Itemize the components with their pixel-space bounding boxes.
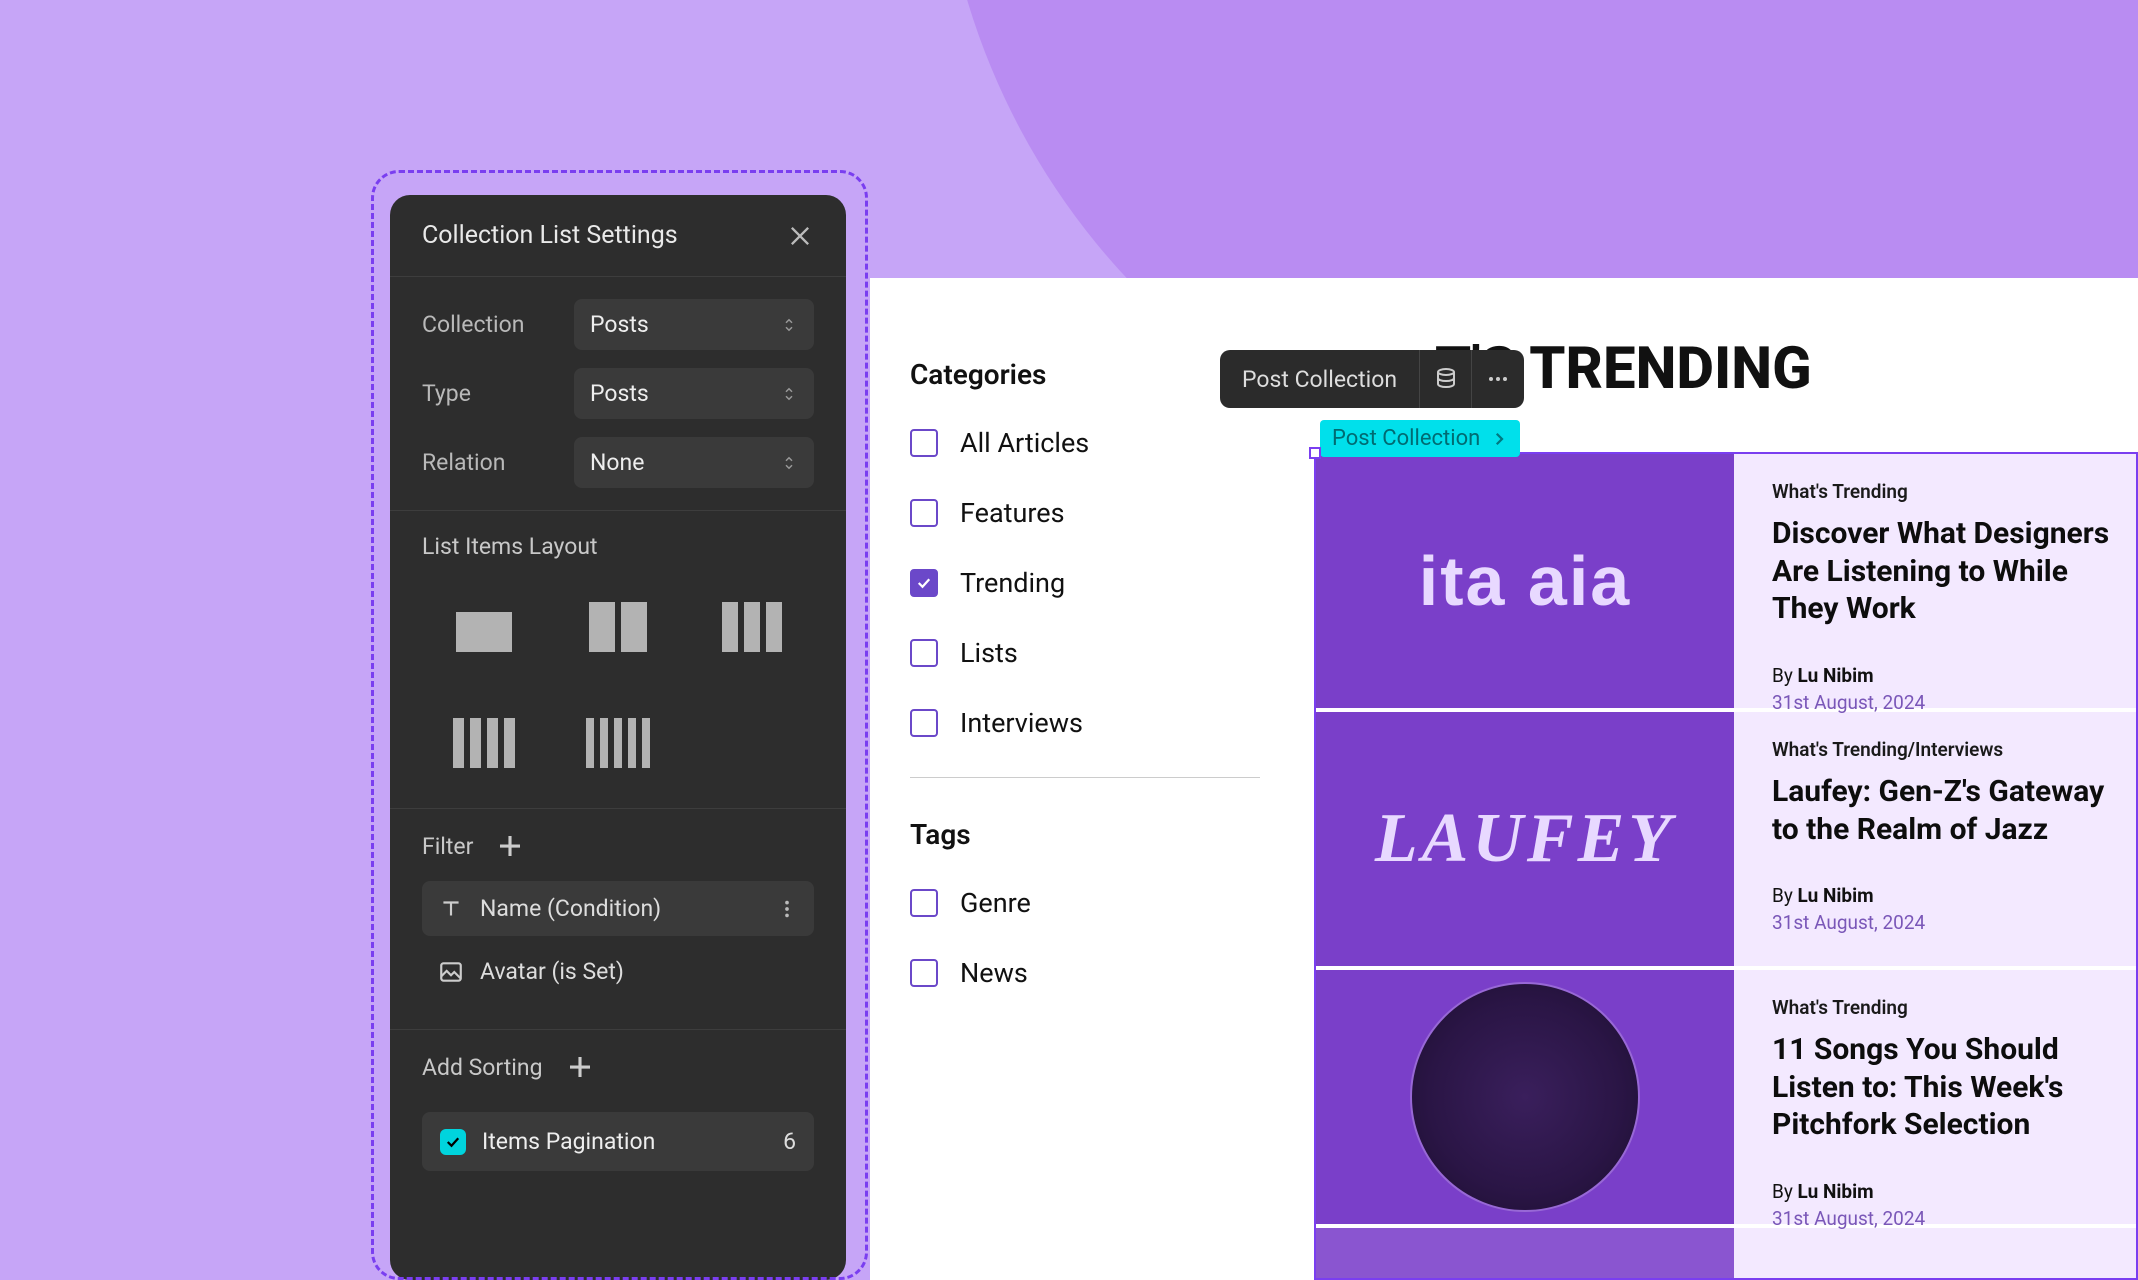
category-label: Trending (960, 567, 1065, 599)
post-title: Discover What Designers Are Listening to… (1772, 515, 2126, 628)
chip-label: Post Collection (1332, 426, 1480, 451)
selection-handle[interactable] (1309, 447, 1321, 459)
checkbox[interactable] (910, 889, 938, 917)
category-all-articles[interactable]: All Articles (910, 427, 1260, 459)
tag-news[interactable]: News (910, 957, 1260, 989)
tags-heading: Tags (910, 818, 1260, 851)
panel-fields-section: Collection Posts Type Posts Relation Non… (390, 277, 846, 511)
post-thumbnail (1316, 970, 1734, 1224)
pagination-row[interactable]: Items Pagination 6 (422, 1112, 814, 1171)
pagination-count: 6 (783, 1128, 796, 1155)
post-category: What's Trending/Interviews (1772, 738, 2126, 761)
post-meta: What's Trending/Interviews Laufey: Gen-Z… (1772, 712, 2136, 966)
post-row[interactable]: What's Trending 11 Songs You Should List… (1316, 970, 2136, 1228)
add-sort-icon[interactable] (565, 1052, 595, 1082)
updown-icon (780, 451, 798, 475)
category-trending[interactable]: Trending (910, 567, 1260, 599)
post-author: By Lu Nibim (1772, 1180, 2126, 1203)
image-icon (438, 959, 464, 985)
layout-2col[interactable] (556, 584, 680, 670)
checkbox-checked[interactable] (910, 569, 938, 597)
pagination-label: Items Pagination (482, 1128, 767, 1155)
panel-layout-section: List Items Layout (390, 511, 846, 809)
post-meta: What's Trending 11 Songs You Should List… (1772, 970, 2136, 1224)
add-filter-icon[interactable] (495, 831, 525, 861)
post-date: 31st August, 2024 (1772, 911, 2126, 934)
post-collection-list[interactable]: ita aia What's Trending Discover What De… (1314, 452, 2138, 1280)
field-label-collection: Collection (422, 311, 524, 338)
checkbox[interactable] (910, 429, 938, 457)
vinyl-record-icon (1410, 982, 1640, 1212)
category-interviews[interactable]: Interviews (910, 707, 1260, 739)
category-lists[interactable]: Lists (910, 637, 1260, 669)
panel-header: Collection List Settings (390, 195, 846, 277)
tag-label: News (960, 957, 1028, 989)
post-date: 31st August, 2024 (1772, 1207, 2126, 1230)
post-row[interactable]: ita aia What's Trending Discover What De… (1316, 454, 2136, 712)
filter-heading: Filter (422, 833, 473, 860)
checkbox[interactable] (910, 639, 938, 667)
post-category: What's Trending (1772, 480, 2126, 503)
layout-3col[interactable] (690, 584, 814, 670)
field-label-relation: Relation (422, 449, 505, 476)
post-author: By Lu Nibim (1772, 664, 2126, 687)
post-category: What's Trending (1772, 996, 2126, 1019)
post-author: By Lu Nibim (1772, 884, 2126, 907)
category-label: Features (960, 497, 1065, 529)
checkbox[interactable] (910, 499, 938, 527)
filter-text: Avatar (is Set) (480, 958, 798, 985)
layout-4col[interactable] (422, 700, 546, 786)
category-label: Lists (960, 637, 1018, 669)
layout-single[interactable] (422, 584, 546, 670)
filter-item-name[interactable]: Name (Condition) (422, 881, 814, 936)
collection-dropdown[interactable]: Posts (574, 299, 814, 350)
pagination-checkbox[interactable] (440, 1129, 466, 1155)
post-row[interactable]: LAUFEY What's Trending/Interviews Laufey… (1316, 712, 2136, 970)
panel-sort-section: Add Sorting Items Pagination 6 (390, 1030, 846, 1193)
more-icon[interactable] (1472, 350, 1524, 408)
categories-heading: Categories (910, 358, 1260, 391)
post-meta: What's Trending Discover What Designers … (1772, 454, 2136, 708)
panel-title: Collection List Settings (422, 221, 678, 250)
post-title: Laufey: Gen-Z's Gateway to the Realm of … (1772, 773, 2126, 848)
panel-filter-section: Filter Name (Condition) Avatar (is Set) (390, 809, 846, 1030)
relation-value: None (590, 449, 644, 476)
category-label: Interviews (960, 707, 1083, 739)
category-features[interactable]: Features (910, 497, 1260, 529)
post-thumbnail: ita aia (1316, 454, 1734, 708)
updown-icon (780, 382, 798, 406)
post-row[interactable] (1316, 1228, 2136, 1280)
post-thumbnail (1316, 1228, 1734, 1280)
divider (910, 777, 1260, 778)
close-icon[interactable] (786, 222, 814, 250)
type-value: Posts (590, 380, 649, 407)
text-icon (438, 896, 464, 922)
filter-text: Name (Condition) (480, 895, 760, 922)
chevron-right-icon (1490, 430, 1508, 448)
collection-value: Posts (590, 311, 649, 338)
layout-heading: List Items Layout (422, 533, 814, 560)
post-collection-chip[interactable]: Post Collection (1320, 420, 1520, 457)
relation-dropdown[interactable]: None (574, 437, 814, 488)
category-label: All Articles (960, 427, 1089, 459)
database-icon[interactable] (1420, 350, 1472, 408)
type-dropdown[interactable]: Posts (574, 368, 814, 419)
layout-5col[interactable] (556, 700, 680, 786)
checkbox[interactable] (910, 959, 938, 987)
checkbox[interactable] (910, 709, 938, 737)
post-date: 31st August, 2024 (1772, 691, 2126, 714)
tag-genre[interactable]: Genre (910, 887, 1260, 919)
post-collection-toolbar: Post Collection (1220, 350, 1524, 408)
collection-list-settings-panel: Collection List Settings Collection Post… (390, 195, 846, 1280)
field-label-type: Type (422, 380, 471, 407)
post-title: 11 Songs You Should Listen to: This Week… (1772, 1031, 2126, 1144)
kebab-icon[interactable] (776, 898, 798, 920)
post-thumbnail: LAUFEY (1316, 712, 1734, 966)
filter-item-avatar[interactable]: Avatar (is Set) (422, 950, 814, 993)
tag-label: Genre (960, 887, 1031, 919)
updown-icon (780, 313, 798, 337)
sort-heading: Add Sorting (422, 1054, 543, 1081)
toolbar-label[interactable]: Post Collection (1220, 350, 1420, 408)
categories-sidebar: Categories All Articles Features Trendin… (910, 358, 1260, 1027)
